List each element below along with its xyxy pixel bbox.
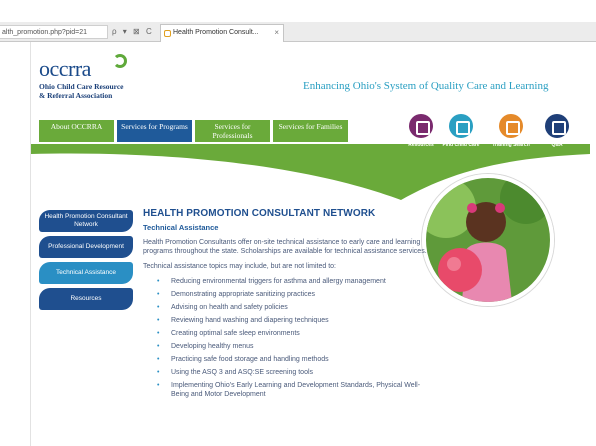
child-photo [422, 174, 554, 306]
url-field[interactable]: alth_promotion.php?pid=21 [0, 25, 108, 39]
quicklink-training-search[interactable]: Training Search [489, 114, 533, 148]
sidenav-professional-development[interactable]: Professional Development [39, 236, 133, 258]
logo-swirl-icon [113, 54, 127, 68]
side-navigation: Health Promotion Consultant Network Prof… [39, 210, 133, 314]
section-title: Technical Assistance [143, 223, 219, 232]
screen-icon [499, 114, 523, 138]
sidenav-hpc-network[interactable]: Health Promotion Consultant Network [39, 210, 133, 232]
list-item: Reviewing hand washing and diapering tec… [157, 316, 428, 325]
org-name: Ohio Child Care Resource & Referral Asso… [39, 82, 124, 100]
browser-tab[interactable]: Health Promotion Consult... × [160, 24, 284, 42]
quicklink-find-child-care[interactable]: Find Child Care [439, 114, 483, 148]
quicklink-label: Find Child Care [442, 142, 480, 148]
tab-close-icon[interactable]: × [274, 25, 279, 41]
tab-title: Health Promotion Consult... [173, 29, 259, 36]
topics-list: Reducing environmental triggers for asth… [157, 277, 428, 399]
address-bar-icons[interactable]: ρ ▾ ⊠ C [112, 25, 154, 39]
nav-services-programs[interactable]: Services for Programs [117, 120, 192, 142]
intro-paragraph: Health Promotion Consultants offer on-si… [143, 239, 427, 255]
search-icon [449, 114, 473, 138]
folder-icon [409, 114, 433, 138]
web-page: occrra Ohio Child Care Resource & Referr… [30, 42, 590, 446]
list-item: Creating optimal safe sleep environments [157, 329, 428, 338]
occrra-logo[interactable]: occrra [39, 56, 91, 82]
list-item: Practicing safe food storage and handlin… [157, 355, 428, 364]
topics-intro: Technical assistance topics may include,… [143, 263, 336, 270]
quicklink-label: Q&A [551, 142, 563, 148]
list-item: Reducing environmental triggers for asth… [157, 277, 428, 286]
nav-services-professionals[interactable]: Services for Professionals [195, 120, 270, 142]
top-navigation: About OCCRRA Services for Programs Servi… [39, 120, 348, 142]
list-item: Implementing Ohio's Early Learning and D… [157, 381, 428, 399]
favicon-icon [164, 30, 171, 37]
quicklink-resources[interactable]: Resources [399, 114, 443, 148]
list-item: Demonstrating appropriate sanitizing pra… [157, 290, 428, 299]
page-title: HEALTH PROMOTION CONSULTANT NETWORK [143, 208, 376, 219]
tagline: Enhancing Ohio's System of Quality Care … [303, 80, 549, 92]
sidenav-technical-assistance[interactable]: Technical Assistance [39, 262, 133, 284]
sidenav-resources[interactable]: Resources [39, 288, 133, 310]
main-content: HEALTH PROMOTION CONSULTANT NETWORK Tech… [143, 208, 428, 403]
quicklink-label: Training Search [492, 142, 530, 148]
list-item: Developing healthy menus [157, 342, 428, 351]
quicklink-qa[interactable]: Q&A [535, 114, 579, 148]
list-item: Advising on health and safety policies [157, 303, 428, 312]
quicklink-label: Resources [408, 142, 434, 148]
address-bar: alth_promotion.php?pid=21 ρ ▾ ⊠ C Health… [0, 22, 596, 42]
list-item: Using the ASQ 3 and ASQ:SE screening too… [157, 368, 428, 377]
star-icon [545, 114, 569, 138]
browser-window: alth_promotion.php?pid=21 ρ ▾ ⊠ C Health… [0, 0, 596, 446]
nav-services-families[interactable]: Services for Families [273, 120, 348, 142]
nav-about[interactable]: About OCCRRA [39, 120, 114, 142]
